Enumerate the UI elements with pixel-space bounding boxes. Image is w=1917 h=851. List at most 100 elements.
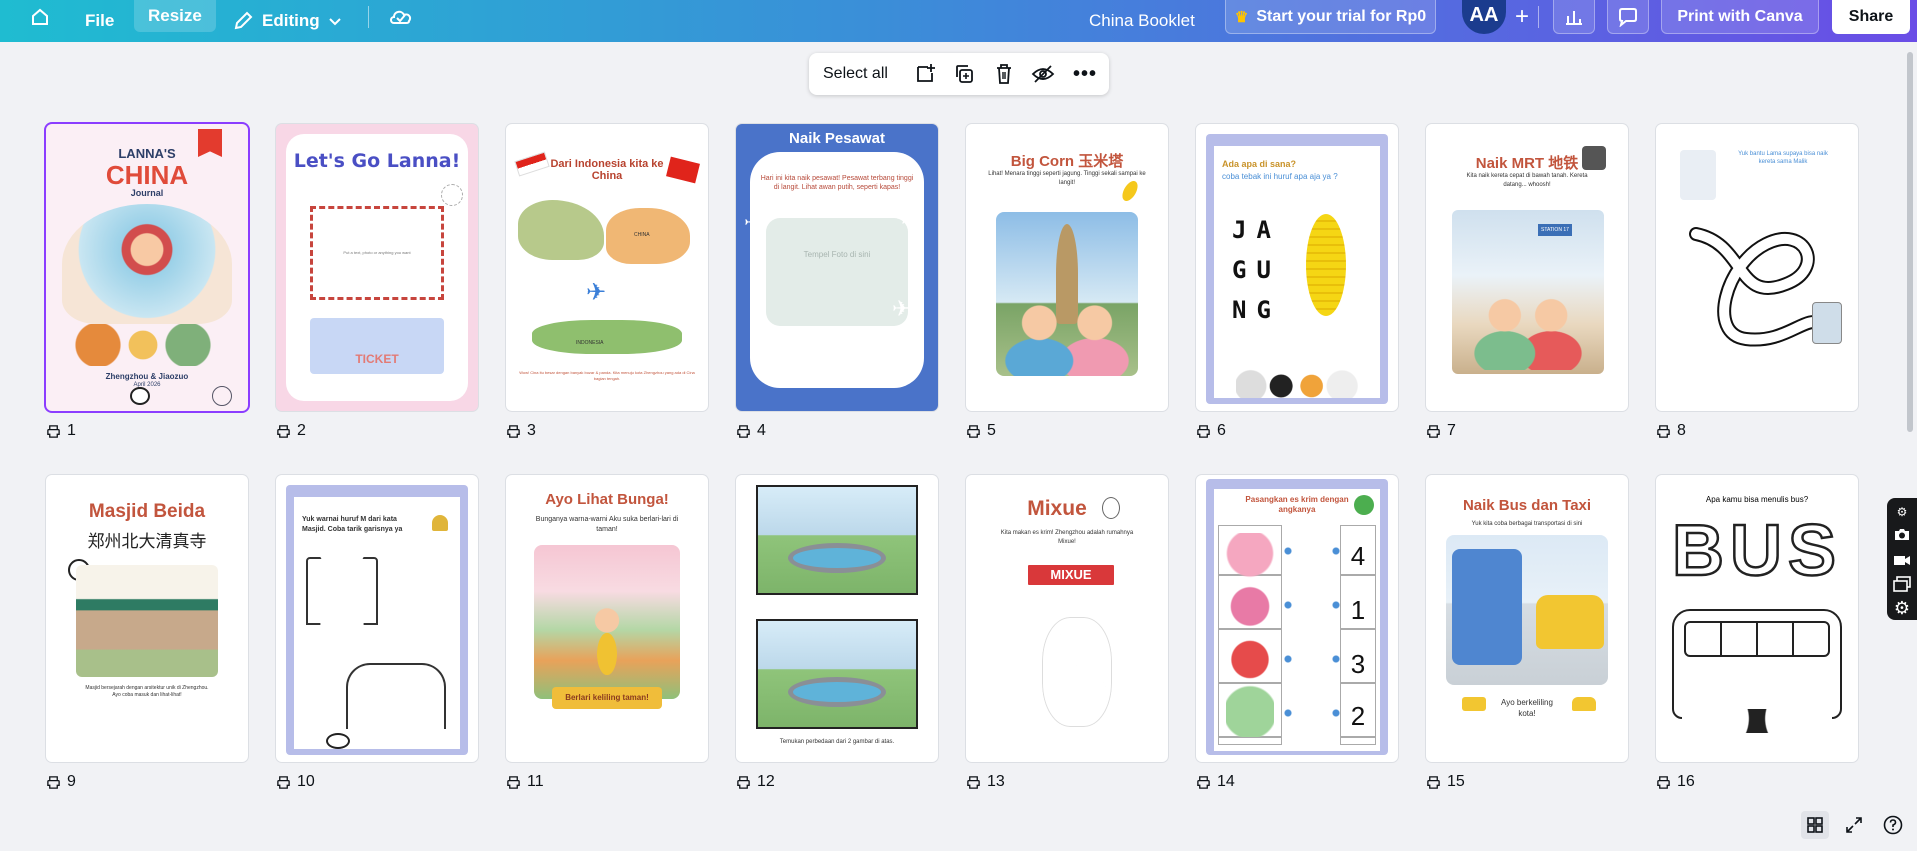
- trash-icon[interactable]: [992, 62, 1016, 86]
- more-options-icon[interactable]: •••: [1073, 62, 1097, 86]
- page-11-banner: Berlari keliling taman!: [565, 693, 649, 702]
- illustration-food: [68, 324, 218, 366]
- page-number: 9: [67, 773, 76, 790]
- share-button[interactable]: Share: [1832, 0, 1910, 34]
- comments-button[interactable]: [1607, 0, 1649, 34]
- help-icon[interactable]: [1879, 811, 1907, 839]
- cloud-saved-icon[interactable]: [386, 0, 416, 34]
- printer-icon: [507, 775, 520, 789]
- page-label-11[interactable]: 11: [506, 773, 544, 791]
- page-thumbnail-13[interactable]: Mixue Kita makan es krim! Zhengzhou adal…: [966, 475, 1168, 762]
- printer-icon: [277, 775, 290, 789]
- add-collaborator-icon[interactable]: +: [1509, 0, 1535, 34]
- printer-icon: [967, 424, 980, 438]
- print-with-canva-button[interactable]: Print with Canva: [1661, 0, 1819, 34]
- home-icon[interactable]: [26, 0, 54, 34]
- page-label-8[interactable]: 8: [1656, 422, 1686, 440]
- pencil-icon: [234, 11, 253, 30]
- vertical-scrollbar[interactable]: [1905, 42, 1913, 830]
- taxi-illustration: [1536, 595, 1604, 649]
- printer-icon: [1427, 424, 1440, 438]
- page-label-3[interactable]: 3: [506, 422, 536, 440]
- printer-icon: [1657, 424, 1670, 438]
- bus-window-row: [1684, 621, 1830, 657]
- start-trial-button[interactable]: ♛ Start your trial for Rp0: [1225, 0, 1436, 34]
- fullscreen-icon[interactable]: [1840, 811, 1868, 839]
- page-label-6[interactable]: 6: [1196, 422, 1226, 440]
- children-illustration: [1004, 300, 1130, 376]
- page-9-caption: Masjid bersejarah dengan arsitektur unik…: [85, 685, 209, 698]
- hide-page-icon[interactable]: [1031, 62, 1055, 86]
- page-15-caption: Ayo berkeliling kota!: [1501, 698, 1553, 718]
- page-label-10[interactable]: 10: [276, 773, 315, 791]
- page-thumbnail-9[interactable]: Masjid Beida 郑州北大清真寺 Masjid bersejarah d…: [46, 475, 248, 762]
- page-thumbnail-16[interactable]: Apa kamu bisa menulis bus? BUS: [1656, 475, 1858, 762]
- crown-icon: ♛: [1234, 8, 1249, 26]
- page-thumbnail-11[interactable]: Ayo Lihat Bunga! Bunganya warna-warni Ak…: [506, 475, 708, 762]
- page-number: 5: [987, 422, 996, 439]
- grid-view-icon[interactable]: [1801, 811, 1829, 839]
- page-16-trace-word: BUS: [1671, 511, 1842, 591]
- printer-icon: [967, 775, 980, 789]
- page-thumbnail-4[interactable]: Naik Pesawat Hari ini kita naik pesawat!…: [736, 124, 938, 411]
- page-10-title2: Masjid. Coba tarik garisnya ya: [302, 526, 403, 533]
- page-9-title2: 郑州北大清真寺: [87, 532, 207, 551]
- page-thumbnail-12[interactable]: Temukan perbedaan dari 2 gambar di atas.: [736, 475, 938, 762]
- scrollbar-thumb[interactable]: [1907, 52, 1913, 432]
- cats-illustration: [1236, 368, 1358, 398]
- page-12-caption: Temukan perbedaan dari 2 gambar di atas.: [779, 739, 895, 745]
- page-2-title: Let's Go Lanna!: [293, 150, 461, 172]
- insights-button[interactable]: [1553, 0, 1595, 34]
- pond-bottom: [788, 677, 886, 707]
- video-camera-icon[interactable]: [1892, 550, 1912, 570]
- add-page-icon[interactable]: [913, 62, 937, 86]
- page-label-5[interactable]: 5: [966, 422, 996, 440]
- page-thumbnail-14[interactable]: Pasangkan es krim dengan angkanya 4 1 3 …: [1196, 475, 1398, 762]
- document-title[interactable]: China Booklet: [1089, 0, 1195, 42]
- page-thumbnail-1[interactable]: LANNA'S CHINA Journal Zhengzhou & Jiaozu…: [46, 124, 248, 411]
- page-thumbnail-3[interactable]: Dari Indonesia kita ke China CHINA ✈ IND…: [506, 124, 708, 411]
- page-label-12[interactable]: 12: [736, 773, 775, 791]
- page-label-13[interactable]: 13: [966, 773, 1005, 791]
- match-number-1: 4: [1350, 541, 1366, 571]
- duplicate-page-icon[interactable]: [952, 62, 976, 86]
- editing-mode-button[interactable]: Editing: [232, 0, 342, 42]
- file-menu[interactable]: File: [85, 0, 114, 42]
- page-thumbnail-2[interactable]: Let's Go Lanna! Put a text, photo or any…: [276, 124, 478, 411]
- resize-button[interactable]: Resize: [134, 0, 216, 32]
- flag-china-icon: [666, 156, 700, 184]
- page-thumbnail-15[interactable]: Naik Bus dan Taxi Yuk kita coba berbagai…: [1426, 475, 1628, 762]
- page-14-title: Pasangkan es krim dengan angkanya: [1245, 495, 1349, 514]
- printer-icon: [507, 424, 520, 438]
- airplane-icon: ✈: [892, 296, 911, 321]
- page-label-14[interactable]: 14: [1196, 773, 1235, 791]
- page-label-15[interactable]: 15: [1426, 773, 1465, 791]
- page-number: 4: [757, 422, 766, 439]
- page-thumbnail-10[interactable]: Yuk warnai huruf M dari kata Masjid. Cob…: [276, 475, 478, 762]
- page-thumbnail-7[interactable]: Naik MRT 地铁 Kita naik kereta cepat di ba…: [1426, 124, 1628, 411]
- page-label-4[interactable]: 4: [736, 422, 766, 440]
- corn-illustration: [1306, 214, 1346, 316]
- settings-gear-icon[interactable]: ⚙: [1892, 598, 1912, 618]
- airplane-icon: ✈: [744, 210, 763, 235]
- avatar[interactable]: AA: [1462, 0, 1506, 34]
- extension-icon[interactable]: ⚙: [1892, 502, 1912, 522]
- page-label-16[interactable]: 16: [1656, 773, 1695, 791]
- page-2-ticket-label: TICKET: [355, 352, 399, 366]
- page-label-2[interactable]: 2: [276, 422, 306, 440]
- page-thumbnail-5[interactable]: Big Corn 玉米塔 Lihat! Menara tinggi sepert…: [966, 124, 1168, 411]
- screen-share-icon[interactable]: [1892, 574, 1912, 594]
- train-icon: [1812, 302, 1842, 344]
- page-11-title: Ayo Lihat Bunga!: [545, 491, 669, 508]
- page-thumbnail-8[interactable]: Yuk bantu Lama supaya bisa naik kereta s…: [1656, 124, 1858, 411]
- page-label-7[interactable]: 7: [1426, 422, 1456, 440]
- select-all-button[interactable]: Select all: [823, 53, 888, 95]
- stamp-icon: [441, 184, 463, 206]
- page-label-1[interactable]: 1: [46, 422, 76, 440]
- snowman-illustration: [1042, 617, 1112, 727]
- page-label-9[interactable]: 9: [46, 773, 76, 791]
- printer-icon: [737, 424, 750, 438]
- camera-icon[interactable]: [1892, 524, 1912, 544]
- snowman-icon: [1102, 497, 1120, 519]
- page-thumbnail-6[interactable]: Ada apa di sana? coba tebak ini huruf ap…: [1196, 124, 1398, 411]
